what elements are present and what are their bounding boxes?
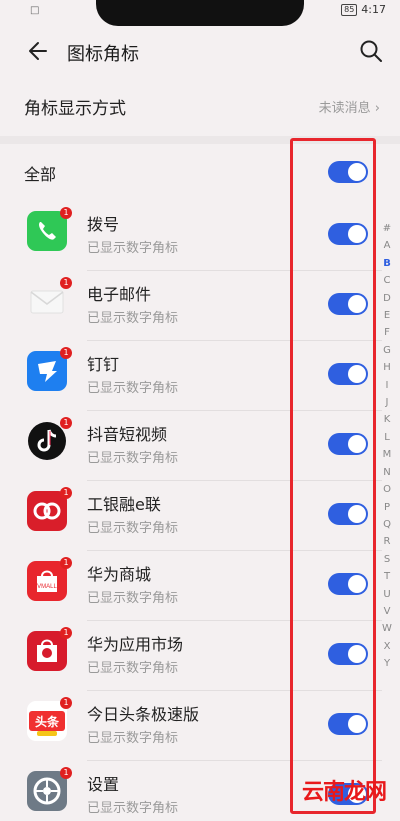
clock: 4:17 (361, 3, 386, 16)
app-badge-status: 已显示数字角标 (87, 241, 179, 256)
notification-badge: 1 (60, 557, 72, 569)
badge-mode-value: 未读消息 › (318, 101, 380, 116)
notification-badge: 1 (60, 627, 72, 639)
badge-mode-setting[interactable]: 角标显示方式 未读消息 › (24, 92, 380, 122)
index-letter[interactable]: H (378, 359, 396, 376)
status-right: 85 4:17 (341, 3, 386, 16)
index-letter[interactable]: P (378, 499, 396, 516)
battery-icon: 85 (341, 3, 358, 16)
index-letter[interactable]: S (378, 551, 396, 568)
app-name: 今日头条极速版 (87, 705, 200, 724)
notification-badge: 1 (60, 347, 72, 359)
index-letter[interactable]: D (378, 290, 396, 307)
index-letter[interactable]: B (378, 255, 396, 272)
index-letter[interactable]: M (378, 446, 396, 463)
index-letter[interactable]: G (378, 342, 396, 359)
highlight-annotation (290, 138, 376, 814)
status-bar: □ 85 4:17 (0, 0, 400, 26)
index-letter[interactable]: C (378, 272, 396, 289)
all-apps-label: 全部 (24, 165, 57, 184)
app-badge-status: 已显示数字角标 (87, 381, 179, 396)
index-letter[interactable]: X (378, 638, 396, 655)
app-name: 设置 (87, 775, 120, 794)
index-letter[interactable]: V (378, 603, 396, 620)
index-letter[interactable]: R (378, 533, 396, 550)
notification-icon: □ (30, 5, 40, 16)
app-name: 钉钉 (87, 355, 120, 374)
notification-badge: 1 (60, 417, 72, 429)
camera-notch (96, 0, 304, 26)
index-letter[interactable]: T (378, 568, 396, 585)
index-letter[interactable]: J (378, 394, 396, 411)
app-name: 电子邮件 (87, 285, 152, 304)
index-letter[interactable]: # (378, 220, 396, 237)
screen: □ 85 4:17 图标角标 角标显示方式 未读消息 › 全部 1 拨号已显示数字… (0, 0, 400, 821)
index-letter[interactable]: L (378, 429, 396, 446)
index-letter[interactable]: O (378, 481, 396, 498)
app-name: 工银融e联 (87, 495, 161, 514)
index-letter[interactable]: N (378, 464, 396, 481)
app-header: 图标角标 (0, 28, 400, 74)
index-letter[interactable]: E (378, 307, 396, 324)
app-badge-status: 已显示数字角标 (87, 311, 179, 326)
notification-badge: 1 (60, 487, 72, 499)
search-icon[interactable] (358, 38, 384, 64)
index-letter[interactable]: Q (378, 516, 396, 533)
svg-text:头条: 头条 (35, 714, 60, 729)
notification-badge: 1 (60, 697, 72, 709)
chevron-right-icon: › (374, 101, 380, 116)
app-badge-status: 已显示数字角标 (87, 451, 179, 466)
index-letter[interactable]: A (378, 237, 396, 254)
index-letter[interactable]: U (378, 586, 396, 603)
app-badge-status: 已显示数字角标 (87, 801, 179, 816)
notification-badge: 1 (60, 277, 72, 289)
app-name: 华为商城 (87, 565, 152, 584)
app-name: 华为应用市场 (87, 635, 184, 654)
app-name: 抖音短视频 (87, 425, 168, 444)
app-badge-status: 已显示数字角标 (87, 591, 179, 606)
app-badge-status: 已显示数字角标 (87, 661, 179, 676)
app-badge-status: 已显示数字角标 (87, 521, 179, 536)
app-name: 拨号 (87, 215, 120, 234)
alphabet-index[interactable]: # A B C D E F G H I J K L M N O P Q R S T U V W X Y (378, 220, 396, 673)
svg-text:VMALL: VMALL (37, 584, 57, 590)
notification-badge: 1 (60, 767, 72, 779)
page-title: 图标角标 (67, 44, 139, 65)
back-arrow-icon[interactable] (26, 38, 52, 64)
badge-mode-label: 角标显示方式 (24, 99, 126, 119)
index-letter[interactable]: I (378, 377, 396, 394)
index-letter[interactable]: Y (378, 655, 396, 672)
index-letter[interactable]: F (378, 324, 396, 341)
index-letter[interactable]: K (378, 411, 396, 428)
app-badge-status: 已显示数字角标 (87, 731, 179, 746)
index-letter[interactable]: W (378, 620, 396, 637)
watermark: 云南龙网 (302, 780, 387, 805)
notification-badge: 1 (60, 207, 72, 219)
